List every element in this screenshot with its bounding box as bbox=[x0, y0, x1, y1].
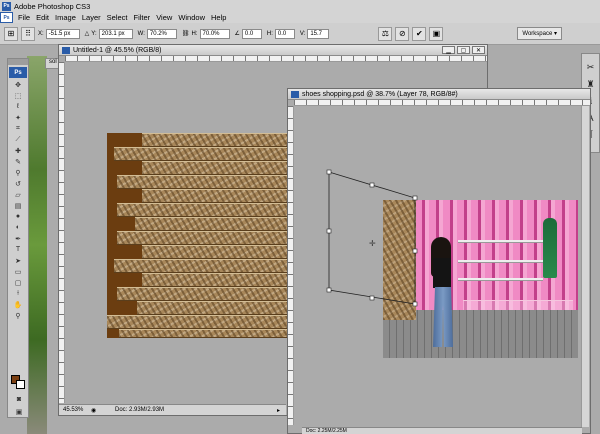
transform-handle[interactable] bbox=[326, 228, 332, 234]
transform-handle[interactable] bbox=[326, 169, 332, 175]
transform-center-icon[interactable]: ✛ bbox=[369, 240, 377, 248]
transform-handle[interactable] bbox=[412, 195, 418, 201]
doc-size-2: Doc: 2.25M/2.25M bbox=[306, 428, 347, 434]
free-transform-box bbox=[326, 169, 418, 307]
transform-handle[interactable] bbox=[369, 295, 375, 301]
transform-handle[interactable] bbox=[412, 248, 418, 254]
transform-handle[interactable] bbox=[412, 301, 418, 307]
transform-outline bbox=[328, 171, 416, 305]
document-status-bar-2: Doc: 2.25M/2.25M bbox=[302, 427, 582, 434]
transform-handle[interactable] bbox=[326, 287, 332, 293]
transform-handle[interactable] bbox=[369, 182, 375, 188]
